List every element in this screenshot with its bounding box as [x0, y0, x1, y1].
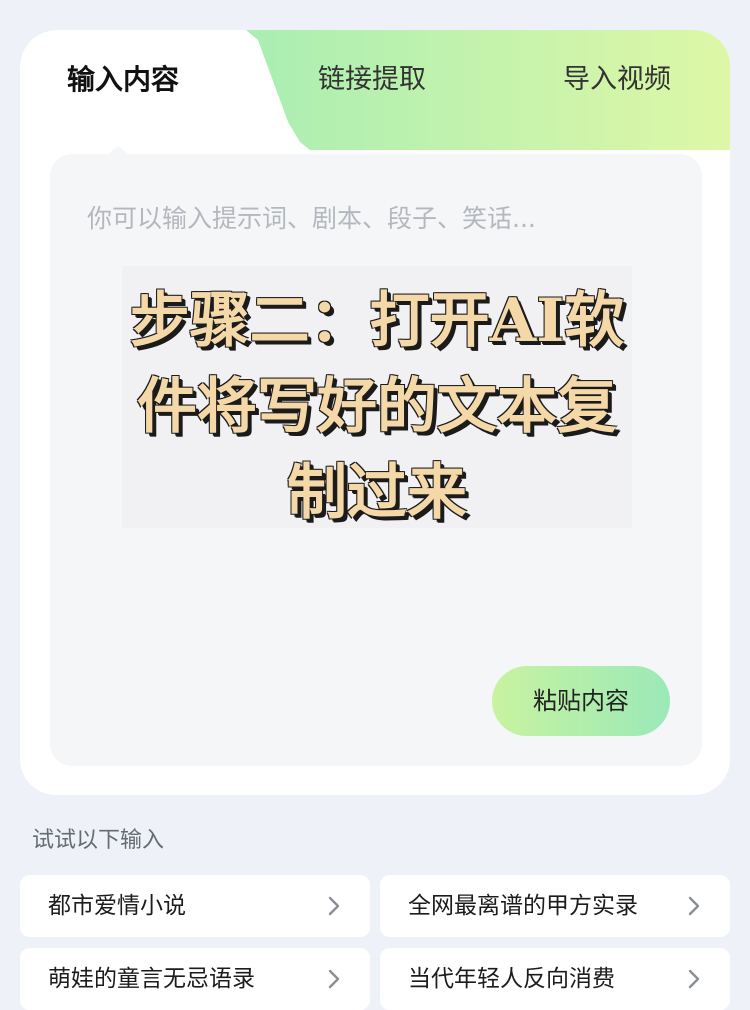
- tab-link-extract[interactable]: 链接提取: [318, 60, 426, 100]
- suggestion-label: 当代年轻人反向消费: [408, 966, 615, 992]
- input-placeholder: 你可以输入提示词、剧本、段子、笑话...: [87, 204, 536, 233]
- input-card: 输入内容 链接提取 导入视频 你可以输入提示词、剧本、段子、笑话... 步骤二：…: [20, 30, 730, 795]
- chevron-right-icon: [688, 896, 700, 916]
- suggestion-item[interactable]: 全网最离谱的甲方实录: [380, 875, 730, 937]
- suggestion-item[interactable]: 萌娃的童言无忌语录: [20, 948, 370, 1010]
- overlay-caption: 步骤二：打开AI软 件将写好的文本复 制过来: [110, 278, 644, 536]
- suggestion-label: 萌娃的童言无忌语录: [48, 966, 255, 992]
- tab-import-video[interactable]: 导入视频: [563, 60, 671, 100]
- paste-content-button[interactable]: 粘贴内容: [492, 666, 670, 736]
- overlay-line-1: 步骤二：打开AI软: [129, 286, 625, 356]
- suggestion-item[interactable]: 都市爱情小说: [20, 875, 370, 937]
- overlay-line-3: 制过来: [287, 458, 467, 528]
- suggestions-heading: 试试以下输入: [32, 828, 165, 853]
- text-input-area[interactable]: 你可以输入提示词、剧本、段子、笑话... 步骤二：打开AI软 件将写好的文本复 …: [50, 154, 702, 766]
- chevron-right-icon: [328, 969, 340, 989]
- chevron-right-icon: [328, 896, 340, 916]
- overlay-line-2: 件将写好的文本复: [137, 372, 617, 442]
- suggestion-item[interactable]: 当代年轻人反向消费: [380, 948, 730, 1010]
- tab-input-content[interactable]: 输入内容: [67, 60, 179, 100]
- suggestion-label: 都市爱情小说: [48, 893, 186, 919]
- chevron-right-icon: [688, 969, 700, 989]
- suggestion-label: 全网最离谱的甲方实录: [408, 893, 638, 919]
